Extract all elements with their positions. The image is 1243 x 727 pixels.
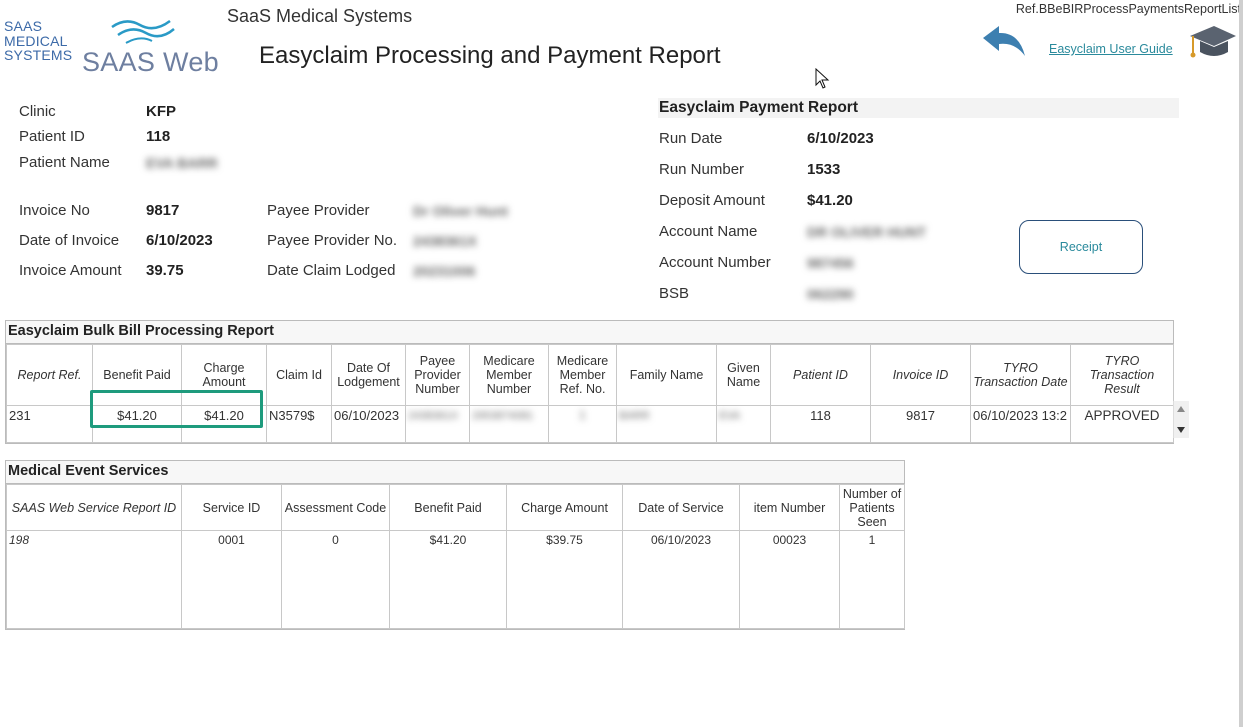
col-medicare-member-number: Medicare Member Number	[469, 344, 549, 406]
cell-date-of-service: 06/10/2023	[622, 530, 740, 629]
col-service-charge-amount: Charge Amount	[506, 484, 623, 531]
cell-patient-id: 118	[770, 405, 871, 443]
clinic-value: KFP	[146, 103, 176, 120]
cell-number-of-patients-seen: 1	[839, 530, 905, 629]
run-number-label: Run Number	[659, 161, 745, 178]
col-given-name: Given Name	[716, 344, 771, 406]
mouse-cursor-icon	[815, 68, 830, 89]
account-name-value: DR OLIVER HUNT	[807, 224, 926, 240]
run-date-value: 6/10/2023	[807, 130, 874, 147]
payee-provider-value: Dr Oliver Hunt	[413, 203, 508, 219]
page-title: Easyclaim Processing and Payment Report	[259, 42, 721, 69]
easyclaim-user-guide-link[interactable]: Easyclaim User Guide	[1049, 42, 1173, 56]
col-date-of-service: Date of Service	[622, 484, 740, 531]
scroll-down-icon[interactable]	[1177, 427, 1185, 433]
cell-item-number: 00023	[739, 530, 840, 629]
cell-tyro-transaction-result: APPROVED	[1070, 405, 1174, 443]
payment-report-heading: Easyclaim Payment Report	[658, 98, 1179, 118]
date-claim-lodged-label: Date Claim Lodged	[267, 262, 396, 279]
col-date-of-lodgement: Date Of Lodgement	[331, 344, 406, 406]
col-medicare-member-ref: Medicare Member Ref. No.	[548, 344, 617, 406]
cell-claim-id: N3579$	[266, 405, 332, 443]
patient-id-value: 118	[146, 128, 171, 145]
logo-line1: SAAS	[4, 18, 43, 34]
bsb-label: BSB	[659, 285, 690, 302]
col-tyro-transaction-date: TYRO Transaction Date	[970, 344, 1071, 406]
logo-line3: SYSTEMS	[4, 47, 73, 63]
invoice-no-value: 9817	[146, 202, 180, 219]
date-claim-lodged-value: 20231006	[413, 263, 476, 279]
account-number-value: 987456	[807, 255, 854, 271]
date-of-invoice-label: Date of Invoice	[19, 232, 120, 249]
deposit-amount-label: Deposit Amount	[659, 192, 765, 209]
highlight-box	[90, 390, 263, 428]
clinic-label: Clinic	[19, 103, 56, 120]
medical-event-services-table: SAAS Web Service Report ID Service ID As…	[6, 484, 905, 629]
cell-tyro-transaction-date: 06/10/2023 13:2	[970, 405, 1071, 443]
window-edge	[1239, 0, 1243, 727]
col-patient-id: Patient ID	[770, 344, 871, 406]
reference-path: Ref.BBeBIRProcessPaymentsReportList	[1015, 2, 1241, 16]
payee-provider-no-label: Payee Provider No.	[267, 232, 398, 249]
cell-medicare-member-number: 2953874081	[472, 410, 534, 422]
cell-invoice-id: 9817	[870, 405, 971, 443]
patient-name-label: Patient Name	[19, 154, 110, 171]
invoice-amount-label: Invoice Amount	[19, 262, 122, 279]
col-service-benefit-paid: Benefit Paid	[389, 484, 507, 531]
run-number-value: 1533	[807, 161, 841, 178]
col-claim-id: Claim Id	[266, 344, 332, 406]
logo-product: SAAS Web	[82, 47, 219, 77]
table-scrollbar[interactable]	[1173, 401, 1189, 438]
cell-service-report-id: 198	[6, 530, 182, 629]
scroll-up-icon[interactable]	[1177, 406, 1185, 412]
wave-logo-icon	[111, 19, 175, 44]
account-name-label: Account Name	[659, 223, 758, 240]
col-payee-provider-number: Payee Provider Number	[405, 344, 470, 406]
cell-medicare-member-ref: 1	[579, 408, 586, 422]
table-row[interactable]: 198 0001 0 $41.20 $39.75 06/10/2023 0002…	[6, 530, 905, 629]
col-service-id: Service ID	[181, 484, 282, 531]
bulk-bill-title: Easyclaim Bulk Bill Processing Report	[6, 321, 1173, 344]
cell-family-name: BARR	[619, 410, 650, 422]
cell-service-charge-amount: $39.75	[506, 530, 623, 629]
col-assessment-code: Assessment Code	[281, 484, 390, 531]
logo-text: SAAS MEDICAL SYSTEMS	[4, 19, 72, 63]
col-family-name: Family Name	[616, 344, 717, 406]
cell-payee-provider-number: 2438361X	[408, 410, 459, 422]
col-tyro-transaction-result: TYRO Transaction Result	[1070, 344, 1174, 406]
account-number-label: Account Number	[659, 254, 771, 271]
deposit-amount-value: $41.20	[807, 192, 853, 209]
services-header-row: SAAS Web Service Report ID Service ID As…	[6, 484, 905, 531]
col-number-of-patients-seen: Number of Patients Seen	[839, 484, 905, 531]
patient-id-label: Patient ID	[19, 128, 85, 145]
cell-assessment-code: 0	[281, 530, 390, 629]
graduation-cap-icon[interactable]	[1186, 24, 1238, 62]
medical-event-services-title: Medical Event Services	[6, 461, 904, 484]
back-arrow-icon[interactable]	[981, 24, 1027, 58]
date-of-invoice-value: 6/10/2023	[146, 232, 213, 249]
saas-logo: SAAS MEDICAL SYSTEMS SAAS Web	[0, 5, 220, 77]
invoice-no-label: Invoice No	[19, 202, 90, 219]
col-invoice-id: Invoice ID	[870, 344, 971, 406]
logo-line2: MEDICAL	[4, 32, 68, 49]
bsb-value: 062290	[807, 286, 854, 302]
medical-event-services-section: Medical Event Services SAAS Web Service …	[5, 460, 905, 630]
col-report-ref: Report Ref.	[6, 344, 93, 406]
payee-provider-label: Payee Provider	[267, 202, 370, 219]
company-name: SaaS Medical Systems	[227, 6, 413, 26]
cell-date-of-lodgement: 06/10/2023	[331, 405, 406, 443]
cell-given-name: EVA	[719, 410, 741, 422]
invoice-amount-value: 39.75	[146, 262, 184, 279]
run-date-label: Run Date	[659, 130, 723, 147]
cell-service-id: 0001	[181, 530, 282, 629]
receipt-button[interactable]: Receipt	[1019, 220, 1143, 274]
col-service-report-id: SAAS Web Service Report ID	[6, 484, 182, 531]
cell-service-benefit-paid: $41.20	[389, 530, 507, 629]
patient-name-value: EVA BARR	[146, 155, 218, 171]
col-item-number: item Number	[739, 484, 840, 531]
payee-provider-no-value: 2438361X	[413, 233, 477, 249]
cell-report-ref: 231	[6, 405, 93, 443]
